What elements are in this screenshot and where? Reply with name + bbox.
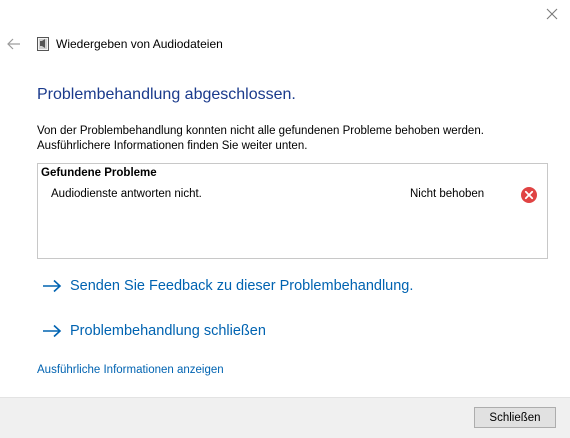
description-line-2: Ausführlichere Informationen finden Sie … bbox=[37, 140, 308, 152]
description-line-1: Von der Problembehandlung konnten nicht … bbox=[37, 125, 484, 137]
send-feedback-label[interactable]: Senden Sie Feedback zu dieser Problembeh… bbox=[70, 278, 413, 294]
close-button[interactable]: Schließen bbox=[474, 407, 556, 428]
close-troubleshooter-link[interactable]: Problembehandlung schließen bbox=[42, 323, 266, 339]
problem-status: Nicht behoben bbox=[410, 188, 485, 200]
arrow-right-icon bbox=[43, 324, 62, 338]
show-details-link[interactable]: Ausführliche Informationen anzeigen bbox=[37, 364, 224, 376]
problems-found-panel: Gefundene Probleme Audiodienste antworte… bbox=[37, 163, 548, 259]
page-heading: Problembehandlung abgeschlossen. bbox=[37, 86, 296, 103]
troubleshooter-window: Wiedergeben von Audiodateien Problembeha… bbox=[0, 0, 570, 438]
send-feedback-link[interactable]: Senden Sie Feedback zu dieser Problembeh… bbox=[42, 278, 413, 294]
window-title: Wiedergeben von Audiodateien bbox=[56, 37, 223, 51]
audio-file-icon bbox=[37, 37, 49, 51]
description: Von der Problembehandlung konnten nicht … bbox=[37, 124, 537, 154]
close-icon[interactable] bbox=[543, 5, 561, 23]
close-troubleshooter-label[interactable]: Problembehandlung schließen bbox=[70, 323, 266, 339]
back-arrow-icon[interactable] bbox=[6, 36, 22, 52]
problems-header: Gefundene Probleme bbox=[41, 167, 157, 179]
arrow-right-icon bbox=[43, 279, 62, 293]
footer-bar: Schließen bbox=[0, 397, 570, 438]
problem-description: Audiodienste antworten nicht. bbox=[51, 188, 202, 200]
error-icon bbox=[521, 187, 537, 203]
